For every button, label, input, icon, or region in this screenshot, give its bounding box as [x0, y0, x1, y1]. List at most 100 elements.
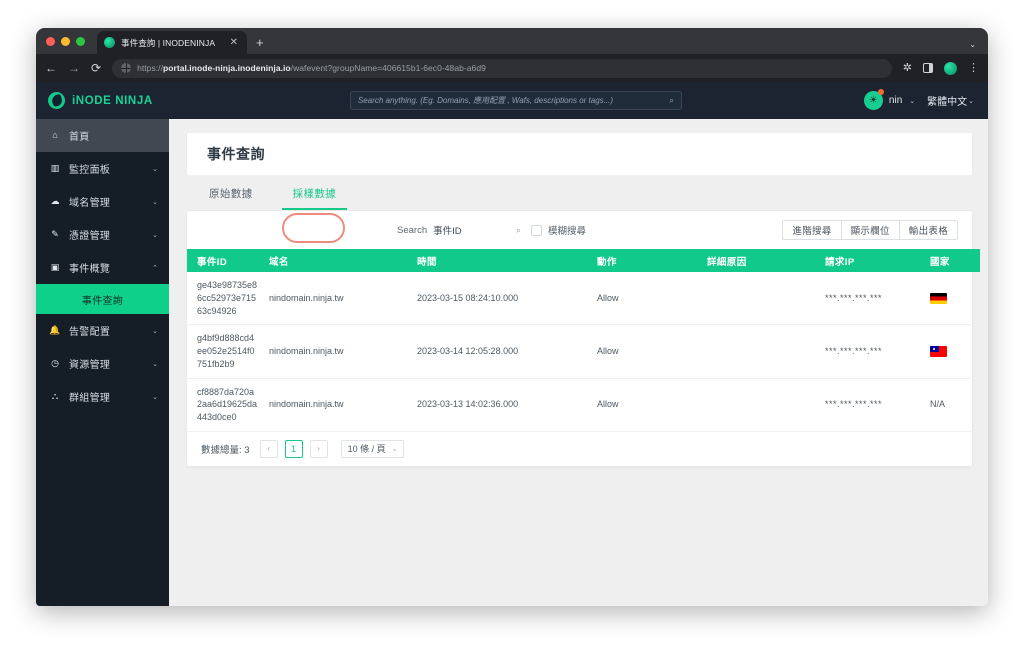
page-viewport: iNODE NINJA ⌕ ☀ nin ⌄ 繁體中文 — [36, 82, 988, 606]
chevron-down-icon[interactable]: ⌄ — [152, 327, 158, 335]
header-actions: ☀ nin ⌄ 繁體中文 ⌄ — [863, 89, 974, 110]
back-icon[interactable]: ← — [45, 62, 57, 74]
cell-country — [920, 272, 980, 326]
sidebar-item-certificates[interactable]: ✎ 憑證管理 ⌄ — [36, 218, 169, 251]
chevron-down-icon[interactable]: ⌄ — [152, 393, 158, 401]
cell-country: N/A — [920, 378, 980, 432]
app-body: ⌂ 首頁 ▥ 監控面板 ⌄ ☁ 域名管理 ⌄ ✎ 憑證管理 ⌄ ▣ 事件概覽 ⌃… — [36, 119, 988, 606]
show-columns-button[interactable]: 顯示欄位 — [840, 220, 900, 240]
tab-sampled-data[interactable]: 採樣數據 — [281, 186, 347, 210]
sidebar-item-events[interactable]: ▣ 事件概覽 ⌃ — [36, 251, 169, 284]
sidebar-item-dashboard[interactable]: ▥ 監控面板 ⌄ — [36, 152, 169, 185]
sidebar-item-label: 告警配置 — [69, 327, 111, 338]
home-icon: ⌂ — [52, 130, 58, 140]
browser-window: 事件查詢 | INODENINJA ✕ + ⌄ ← → ⟳ https://po… — [36, 28, 988, 606]
minimize-window-button[interactable] — [61, 36, 70, 46]
column-request-ip: 請求IP — [815, 249, 920, 272]
page-number-button[interactable]: 1 — [284, 439, 303, 458]
search-input[interactable]: 事件ID — [433, 223, 462, 237]
export-table-button[interactable]: 輸出表格 — [898, 220, 958, 240]
reload-icon[interactable]: ⟳ — [91, 62, 101, 74]
forward-icon[interactable]: → — [68, 62, 80, 74]
chevron-up-icon[interactable]: ⌃ — [152, 264, 158, 272]
cell-request-ip: ***.***.***.*** — [815, 324, 920, 379]
bell-icon: 🔔 — [49, 325, 61, 335]
next-page-button[interactable]: › — [309, 439, 328, 458]
new-tab-button[interactable]: + — [247, 31, 273, 54]
toolbar-buttons: 進階搜尋 顯示欄位 輸出表格 — [782, 220, 958, 240]
language-selector[interactable]: 繁體中文 ⌄ — [927, 93, 974, 108]
global-search[interactable]: ⌕ — [349, 91, 682, 110]
toolbar-icons: ✲ ⋮ — [903, 61, 979, 75]
close-tab-icon[interactable]: ✕ — [228, 37, 240, 48]
chevron-down-icon[interactable]: ⌄ — [909, 97, 915, 105]
table-toolbar: Search 事件ID ⌕ 模糊搜尋 進階搜尋 顯示欄位 輸出表格 — [187, 211, 972, 249]
close-window-button[interactable] — [46, 36, 55, 46]
sidebar-subitem-event-query[interactable]: 事件查詢 — [36, 284, 169, 314]
notification-badge — [877, 89, 884, 95]
global-search-input[interactable] — [357, 96, 670, 105]
side-panel-icon[interactable] — [923, 63, 933, 73]
cell-event-id: ge43e98735e86cc52973e71563c94926 — [187, 272, 259, 326]
sidebar-item-domains[interactable]: ☁ 域名管理 ⌄ — [36, 185, 169, 218]
event-id-search[interactable]: Search 事件ID ⌕ — [397, 223, 521, 238]
content-tabs: 原始數據 採樣數據 — [187, 175, 972, 211]
cell-action: Allow — [587, 272, 697, 326]
url-host: portal.inode-ninja.inodeninja.io — [162, 63, 291, 73]
chevron-down-icon[interactable]: ⌄ — [968, 97, 974, 105]
events-icon: ▣ — [50, 262, 60, 272]
chevron-down-icon[interactable]: ⌄ — [152, 360, 158, 368]
flag-de-icon — [930, 292, 947, 304]
search-icon[interactable]: ⌕ — [669, 95, 674, 106]
window-controls[interactable] — [46, 28, 97, 54]
cell-country — [920, 324, 980, 379]
prev-page-button[interactable]: ‹ — [259, 439, 278, 458]
cell-time: 2023-03-13 14:02:36.000 — [407, 378, 587, 432]
tab-raw-data[interactable]: 原始數據 — [207, 186, 255, 210]
address-bar[interactable]: https://portal.inode-ninja.inodeninja.io… — [112, 58, 892, 78]
sidebar-item-label: 資源管理 — [69, 360, 111, 371]
extensions-icon[interactable]: ✲ — [903, 62, 912, 74]
url-scheme: https:// — [137, 63, 163, 73]
sidebar-item-label: 域名管理 — [69, 198, 111, 209]
table-row[interactable]: ge43e98735e86cc52973e71563c94926 nindoma… — [187, 272, 980, 326]
sidebar-item-home[interactable]: ⌂ 首頁 — [36, 119, 169, 152]
chevron-down-icon[interactable]: ⌄ — [152, 165, 158, 173]
column-action: 動作 — [587, 249, 697, 272]
page-title-card: 事件查詢 — [187, 133, 972, 175]
fuzzy-search-label: 模糊搜尋 — [548, 226, 587, 237]
total-count-label: 數據總量: 3 — [201, 444, 250, 456]
maximize-window-button[interactable] — [76, 36, 85, 46]
avatar: ☀ — [863, 89, 884, 110]
table-row[interactable]: g4bf9d888cd4ee052e2514f0751fb2b9 nindoma… — [187, 324, 980, 379]
sidebar-item-alerts[interactable]: 🔔 告警配置 ⌄ — [36, 314, 169, 347]
sidebar-item-groups[interactable]: ⛬ 群組管理 ⌄ — [36, 380, 169, 413]
table-header-row: 事件ID 域名 時間 動作 詳細原因 請求IP 國家 — [187, 249, 980, 272]
browser-tab[interactable]: 事件查詢 | INODENINJA ✕ — [97, 31, 247, 54]
page-size-selector[interactable]: 10 條 / 頁 ⌄ — [340, 439, 405, 458]
profile-avatar-icon[interactable] — [944, 61, 957, 75]
brand-logo[interactable]: iNODE NINJA — [48, 92, 168, 109]
chevron-down-icon[interactable]: ⌄ — [152, 198, 158, 206]
fuzzy-search-toggle[interactable]: 模糊搜尋 — [531, 223, 586, 237]
column-domain: 域名 — [259, 249, 407, 272]
clock-icon: ◷ — [51, 358, 59, 368]
chevron-down-icon[interactable]: ⌄ — [152, 231, 158, 239]
user-name: nin — [888, 95, 903, 106]
user-menu[interactable]: ☀ nin ⌄ — [863, 89, 915, 110]
sidebar-item-resources[interactable]: ◷ 資源管理 ⌄ — [36, 347, 169, 380]
table-row[interactable]: cf8887da720a2aa6d19625da443d0ce0 nindoma… — [187, 378, 980, 432]
advanced-search-button[interactable]: 進階搜尋 — [782, 220, 842, 240]
tab-list-chevron-down-icon[interactable]: ⌄ — [969, 40, 976, 49]
cell-time: 2023-03-15 08:24:10.000 — [407, 272, 587, 326]
group-icon: ⛬ — [51, 391, 59, 401]
chart-icon: ▥ — [50, 163, 60, 173]
fuzzy-search-checkbox[interactable] — [531, 224, 542, 236]
cell-reason — [697, 272, 815, 326]
search-icon[interactable]: ⌕ — [516, 225, 521, 236]
browser-menu-icon[interactable]: ⋮ — [968, 62, 979, 74]
column-time: 時間 — [407, 249, 587, 272]
cell-request-ip: ***.***.***.*** — [815, 378, 920, 432]
cell-domain: nindomain.ninja.tw — [259, 378, 407, 432]
cell-action: Allow — [587, 324, 697, 379]
